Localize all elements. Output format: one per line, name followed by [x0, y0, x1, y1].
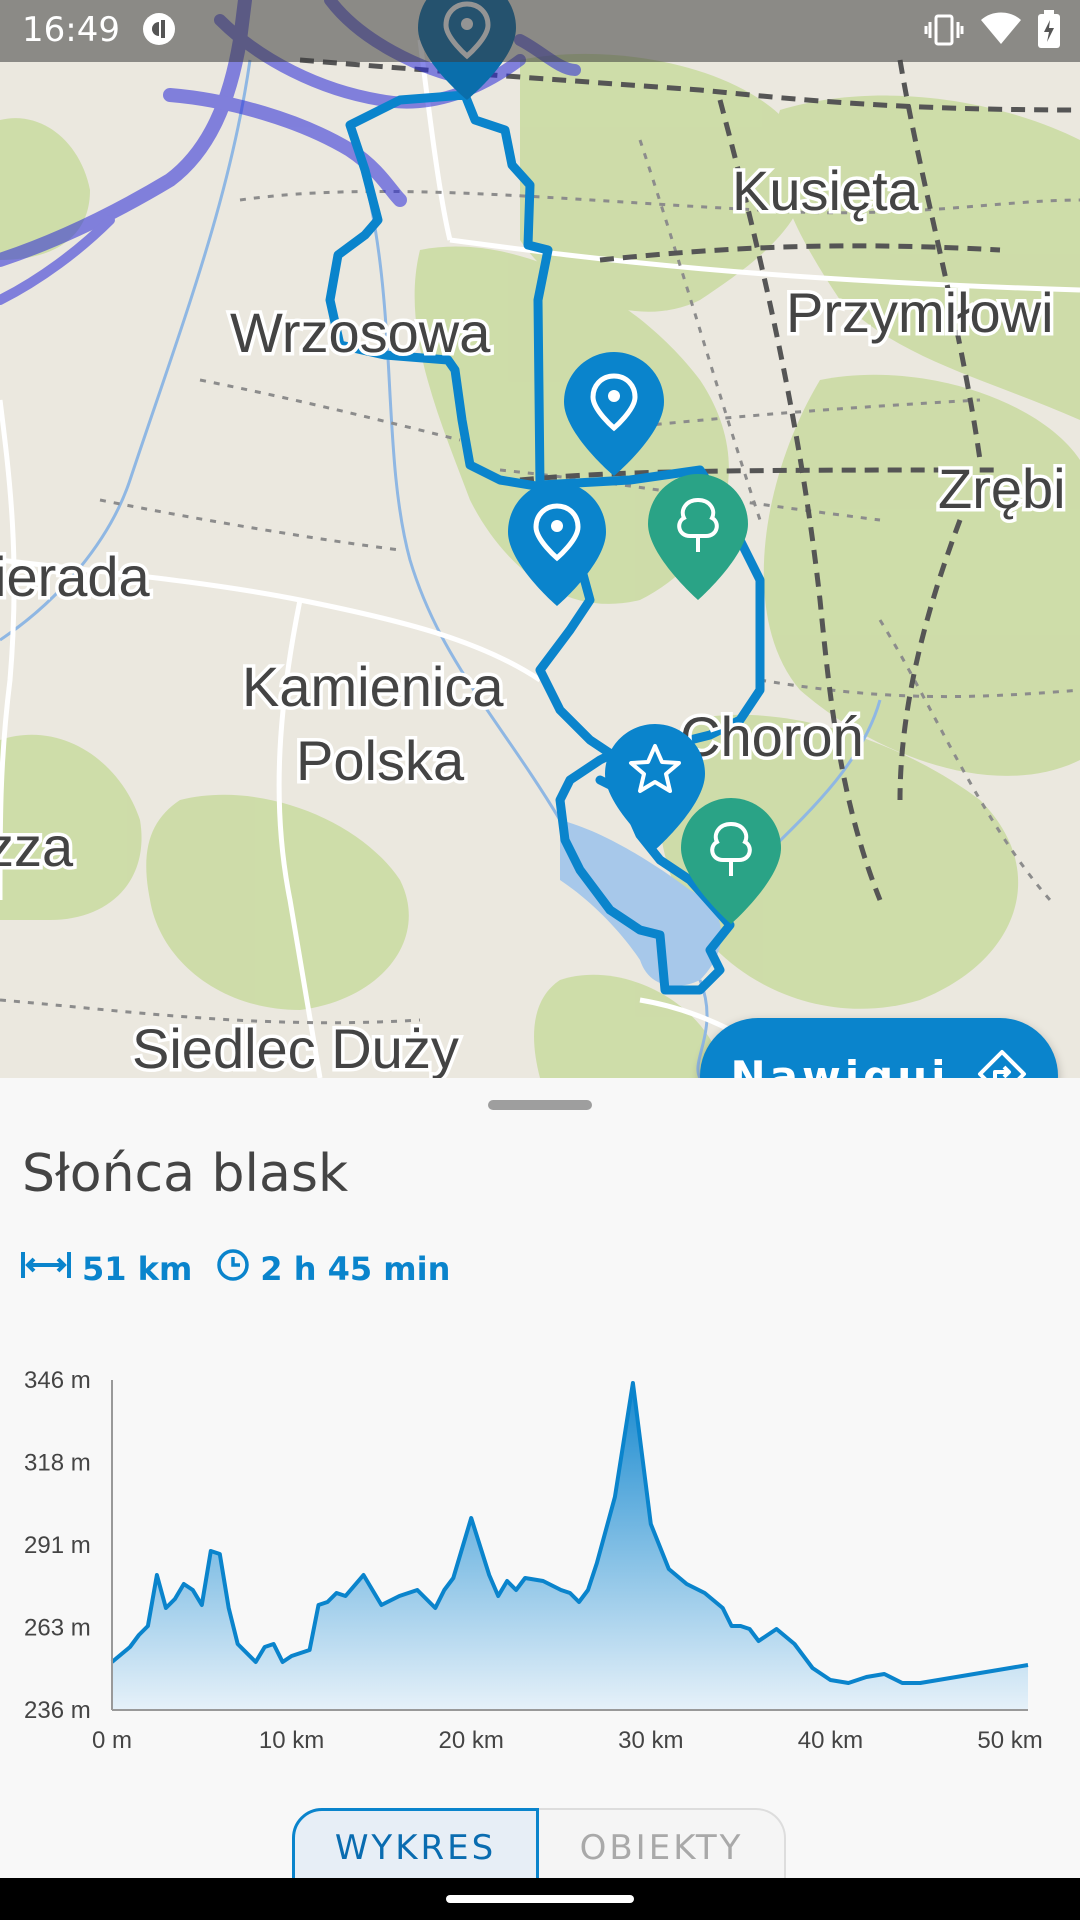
x-tick-label: 0 m [92, 1727, 132, 1750]
distance-stat: 51 km [20, 1248, 192, 1290]
map-label-przymilowice: Przymiłowi [786, 281, 1054, 344]
clock-icon [216, 1248, 250, 1290]
map-label-wrzosowa: Wrzosowa [230, 301, 491, 364]
map-canvas[interactable]: Kusięta Przymiłowi Wrzosowa Zrębi ierada… [0, 0, 1080, 1078]
tab-chart[interactable]: WYKRES [292, 1808, 539, 1888]
sync-icon [140, 10, 178, 53]
system-navigation-bar [0, 1878, 1080, 1920]
distance-value: 51 km [82, 1250, 193, 1288]
duration-stat: 2 h 45 min [216, 1248, 450, 1290]
map-label-siedlec-duzy: Siedlec Duży [132, 1017, 459, 1078]
map-view[interactable]: Kusięta Przymiłowi Wrzosowa Zrębi ierada… [0, 0, 1080, 1078]
map-label-kamienica: Kamienica [242, 655, 504, 718]
bottom-tabs: WYKRES OBIEKTY [292, 1808, 786, 1888]
y-tick-label: 236 m [24, 1697, 91, 1724]
battery-charging-icon [1036, 10, 1062, 55]
elevation-area [112, 1383, 1028, 1710]
map-label-zrebice: Zrębi [938, 457, 1066, 520]
x-tick-label: 10 km [259, 1727, 324, 1750]
status-bar: 16:49 [0, 0, 1080, 62]
map-label-kusieta: Kusięta [732, 159, 920, 222]
status-time: 16:49 [22, 10, 120, 50]
y-tick-label: 318 m [24, 1450, 91, 1477]
sheet-drag-handle[interactable] [488, 1100, 592, 1110]
home-gesture-handle[interactable] [446, 1895, 634, 1903]
map-label-zza: zza [0, 815, 74, 878]
vibrate-icon [924, 10, 964, 55]
map-label-mierzyn: ierada [0, 545, 151, 608]
y-tick-label: 291 m [24, 1532, 91, 1559]
route-title: Słońca blask [22, 1144, 349, 1204]
y-tick-label: 263 m [24, 1615, 91, 1642]
x-tick-label: 30 km [618, 1727, 683, 1750]
wifi-icon [980, 10, 1022, 53]
y-tick-label: 346 m [24, 1367, 91, 1394]
x-tick-label: 20 km [439, 1727, 504, 1750]
map-label-choron: Choroń [680, 705, 864, 768]
elevation-chart[interactable]: 346 m 318 m 291 m 263 m 236 m 0 m 10 km 20 km 3… [0, 1350, 1080, 1750]
distance-icon [20, 1248, 72, 1290]
tab-objects[interactable]: OBIEKTY [539, 1808, 786, 1888]
x-tick-label: 40 km [798, 1727, 863, 1750]
route-stats: 51 km 2 h 45 min [20, 1248, 474, 1290]
x-tick-label: 50 km [977, 1727, 1042, 1750]
duration-value: 2 h 45 min [260, 1250, 451, 1288]
map-label-polska: Polska [296, 729, 465, 792]
